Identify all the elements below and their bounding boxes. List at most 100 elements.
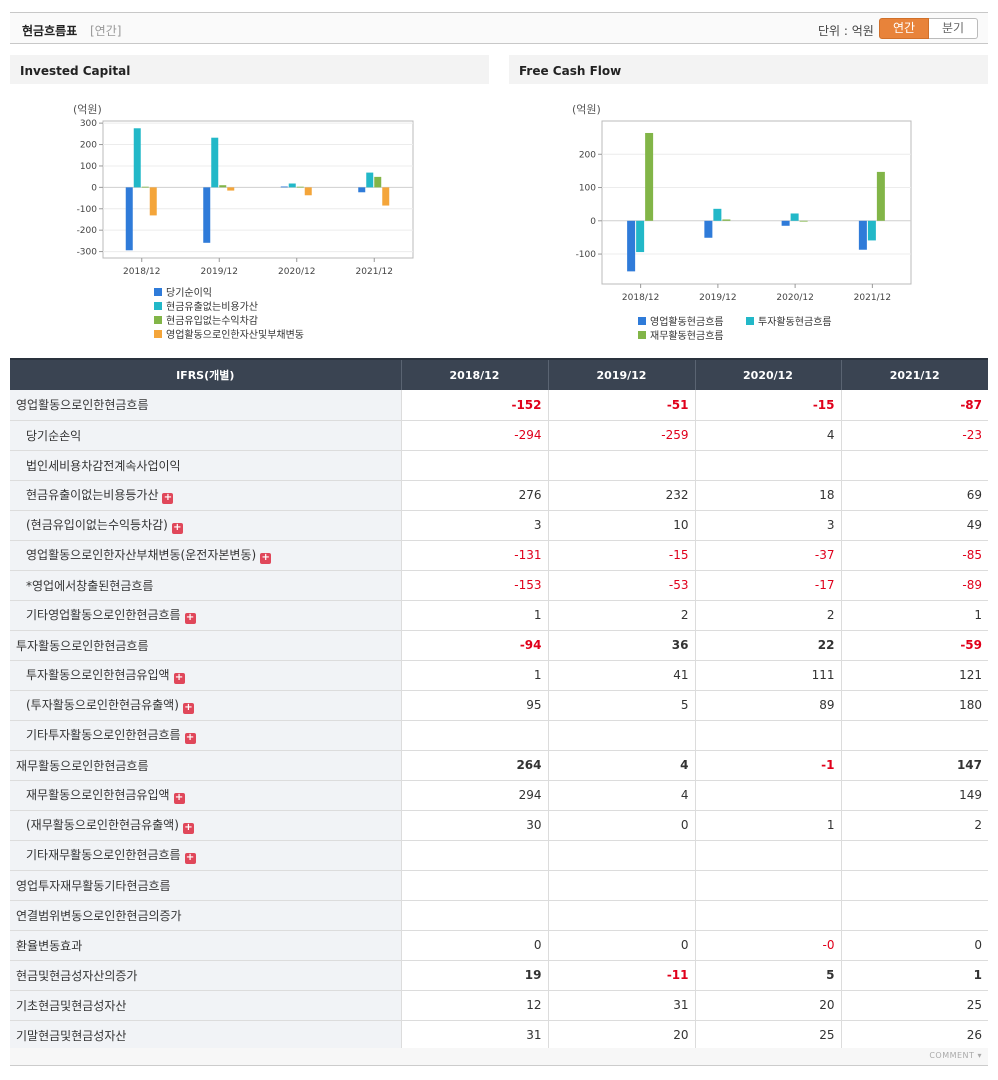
row-label: 기타재무활동으로인한현금흐름 +: [10, 840, 402, 871]
section-title: 현금흐름표: [22, 24, 78, 38]
chevron-down-icon: ▾: [977, 1051, 982, 1060]
expand-plus-icon[interactable]: +: [162, 493, 174, 504]
expand-plus-icon[interactable]: +: [173, 673, 185, 684]
tab-annual[interactable]: 연간: [879, 18, 929, 39]
expand-plus-icon[interactable]: +: [182, 823, 194, 834]
bar: [858, 220, 867, 250]
table-row: 당기순손익 -294 -259 4 -23: [10, 420, 988, 451]
header-ifrs: IFRS(개별): [10, 358, 402, 390]
bar: [366, 172, 374, 188]
table-footer: COMMENT ▾: [10, 1048, 988, 1066]
table-cell: 1: [695, 810, 842, 841]
row-label: 투자활동으로인한현금흐름: [10, 630, 402, 661]
row-label-text: 법인세비용차감전계속사업이익: [26, 458, 181, 473]
table-cell: [401, 870, 549, 901]
row-label-text: *영업에서창출된현금흐름: [26, 578, 154, 593]
table-row: 투자활동으로인한현금유입액 +1 41 111 121: [10, 660, 988, 691]
table-cell: 3: [695, 510, 842, 541]
table-cell: -131: [401, 540, 549, 571]
expand-plus-icon[interactable]: +: [184, 613, 196, 624]
legend-swatch: [638, 331, 646, 339]
comment-toggle[interactable]: COMMENT ▾: [929, 1051, 982, 1060]
chart-unit-label: (억원): [73, 103, 102, 116]
legend-swatch: [154, 302, 162, 310]
y-tick-label: 100: [579, 184, 596, 194]
legend-label: 현금유입없는수익차감: [166, 314, 258, 327]
table-row: 기타투자활동으로인한현금흐름 +: [10, 720, 988, 751]
legend-label: 투자활동현금흐름: [758, 315, 832, 328]
bar: [645, 132, 654, 221]
y-tick-label: 300: [80, 119, 97, 129]
expand-plus-icon[interactable]: +: [184, 853, 196, 864]
bar: [125, 187, 133, 251]
row-label-text: 투자활동으로인한현금흐름: [16, 638, 149, 653]
table-cell: 147: [841, 750, 988, 781]
table-cell: 4: [548, 750, 696, 781]
table-cell: 2: [841, 810, 988, 841]
table-cell: -153: [401, 570, 549, 601]
table-cell: 111: [695, 660, 842, 691]
table-cell: -294: [401, 420, 549, 451]
row-label-text: 영업활동으로인한현금흐름: [16, 398, 149, 413]
table-cell: 25: [841, 990, 988, 1021]
expand-plus-icon[interactable]: +: [184, 733, 196, 744]
cash-flow-table: IFRS(개별) 2018/12 2019/12 2020/12 2021/12…: [10, 358, 988, 1051]
expand-plus-icon[interactable]: +: [182, 703, 194, 714]
table-cell: [401, 900, 549, 931]
expand-plus-icon[interactable]: +: [260, 553, 272, 564]
table-cell: -15: [695, 390, 842, 421]
comment-label: COMMENT: [929, 1051, 975, 1060]
tab-quarter[interactable]: 분기: [929, 18, 978, 39]
table-row: (재무활동으로인한현금유출액) +30 0 1 2: [10, 810, 988, 841]
legend-label: 영업활동으로인한자산및부채변동: [166, 328, 304, 341]
table-cell: 18: [695, 480, 842, 511]
y-tick-label: -300: [77, 248, 98, 258]
table-cell: -85: [841, 540, 988, 571]
table-cell: -94: [401, 630, 549, 661]
bar: [149, 187, 157, 216]
bar: [358, 187, 366, 193]
y-tick-label: 0: [91, 183, 97, 193]
row-label-text: 재무활동으로인한현금흐름: [16, 758, 149, 773]
row-label-text: 현금및현금성자산의증가: [16, 968, 138, 983]
expand-plus-icon[interactable]: +: [171, 523, 183, 534]
table-cell: [841, 870, 988, 901]
row-label: (현금유입이없는수익등차감) +: [10, 510, 402, 541]
header-2020: 2020/12: [695, 358, 842, 390]
table-cell: 2: [548, 600, 696, 631]
table-cell: 41: [548, 660, 696, 691]
row-label: (투자활동으로인한현금유출액) +: [10, 690, 402, 721]
table-cell: -89: [841, 570, 988, 601]
header-2019: 2019/12: [548, 358, 696, 390]
table-cell: [401, 720, 549, 751]
row-label: 법인세비용차감전계속사업이익: [10, 450, 402, 481]
table-cell: 4: [695, 420, 842, 451]
row-label-text: (재무활동으로인한현금유출액): [26, 818, 179, 832]
table-cell: [695, 720, 842, 751]
table-cell: -23: [841, 420, 988, 451]
table-cell: 5: [548, 690, 696, 721]
table-cell: [695, 870, 842, 901]
expand-plus-icon[interactable]: +: [173, 793, 185, 804]
table-row: 법인세비용차감전계속사업이익: [10, 450, 988, 481]
bar: [288, 183, 296, 188]
table-row: (투자활동으로인한현금유출액) +95 5 89 180: [10, 690, 988, 721]
bar: [876, 171, 885, 221]
period-label: [연간]: [90, 24, 122, 38]
unit-label: 단위 : 억원: [818, 24, 874, 38]
row-label: 재무활동으로인한현금유입액 +: [10, 780, 402, 811]
bar: [722, 219, 731, 221]
row-label: *영업에서창출된현금흐름: [10, 570, 402, 601]
table-row: 현금및현금성자산의증가 19 -11 5 1: [10, 960, 988, 991]
bar: [781, 220, 790, 226]
x-tick-label: 2021/12: [854, 293, 891, 303]
table-cell: [548, 840, 696, 871]
row-label-text: 기말현금및현금성자산: [16, 1028, 127, 1043]
table-cell: 89: [695, 690, 842, 721]
table-cell: 19: [401, 960, 549, 991]
table-cell: 31: [401, 1020, 549, 1051]
row-label-text: 영업활동으로인한자산부채변동(운전자본변동): [26, 548, 257, 562]
table-row: 영업활동으로인한현금흐름 -152 -51 -15 -87: [10, 390, 988, 421]
legend-swatch: [154, 330, 162, 338]
table-cell: 12: [401, 990, 549, 1021]
